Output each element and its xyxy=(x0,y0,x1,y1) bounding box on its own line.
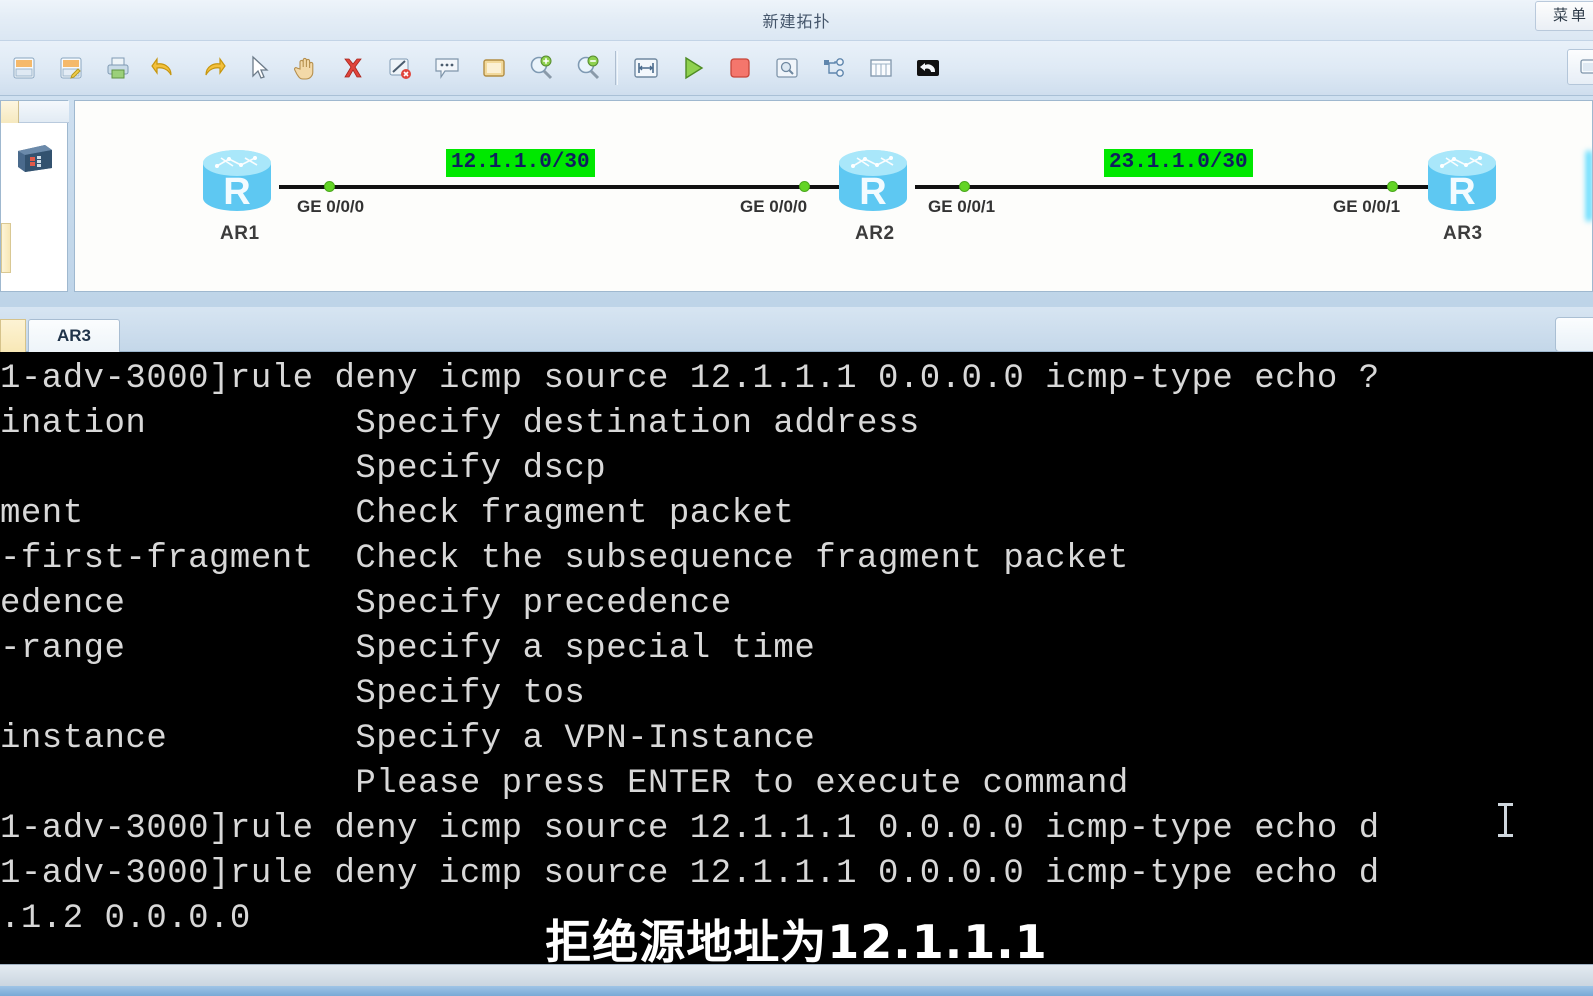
terminal-line-9: Please press ENTER to execute command xyxy=(0,765,1129,803)
link-ar2-ar3[interactable] xyxy=(915,185,1460,189)
terminal-line-10: 1-adv-3000]rule deny icmp source 12.1.1.… xyxy=(0,810,1380,848)
capture-packet-button[interactable] xyxy=(763,45,810,91)
svg-text:R: R xyxy=(859,171,886,213)
terminal-line-8: instance Specify a VPN-Instance xyxy=(0,720,816,758)
application-window: 新建拓扑 菜单 R AR1 GE 0/0/0 R AR2 GE 0/0/0 GE… xyxy=(0,0,1593,996)
rectangle-button[interactable] xyxy=(470,45,517,91)
tabbar-right-button[interactable] xyxy=(1555,317,1593,352)
video-subtitle: 拒绝源地址为12.1.1.1 xyxy=(545,915,1048,969)
cursor-select-icon xyxy=(251,55,269,79)
port-dot-ar3-ge0001[interactable] xyxy=(1387,181,1398,192)
save-icon xyxy=(60,57,81,79)
interface-label-ar3-ge0001: GE 0/0/1 xyxy=(1333,197,1401,216)
terminal-line-11: 1-adv-3000]rule deny icmp source 12.1.1.… xyxy=(0,855,1380,893)
router-ar1[interactable]: R xyxy=(195,146,279,218)
page-title: 新建拓扑 xyxy=(762,14,831,31)
remove-cable-icon xyxy=(389,58,411,79)
delete-button[interactable] xyxy=(329,45,376,91)
network-label-12-1-1-0: 12.1.1.0/30 xyxy=(446,149,595,178)
link-ar1-ar2[interactable] xyxy=(279,185,859,189)
comment-icon xyxy=(434,58,459,79)
router-label-ar1: AR1 xyxy=(220,223,260,244)
comment-button[interactable] xyxy=(423,45,470,91)
topology-tree-icon xyxy=(823,58,844,77)
topology-canvas[interactable]: R AR1 GE 0/0/0 R AR2 GE 0/0/0 GE 0/0/1 R… xyxy=(74,100,1593,292)
topology-tree-button[interactable] xyxy=(810,45,857,91)
select-tool-button[interactable] xyxy=(235,45,282,91)
port-dot-ar2-ge0000[interactable] xyxy=(799,181,810,192)
console-button[interactable] xyxy=(904,45,951,91)
zoom-in-button[interactable] xyxy=(517,45,564,91)
fit-window-button[interactable] xyxy=(622,45,669,91)
svg-text:R: R xyxy=(223,171,250,213)
switch-device-icon[interactable] xyxy=(15,141,55,175)
title-bar: 新建拓扑 菜单 xyxy=(0,0,1593,41)
console-icon xyxy=(916,60,939,76)
text-cursor-icon xyxy=(1498,803,1513,837)
new-file-icon xyxy=(13,57,34,79)
terminal-line-0: 1-adv-3000]rule deny icmp source 12.1.1.… xyxy=(0,360,1380,398)
fit-window-icon xyxy=(633,58,658,78)
delete-icon xyxy=(343,58,362,78)
interface-label-ar2-ge0001: GE 0/0/1 xyxy=(928,197,996,216)
console-tab-bar: AR3 xyxy=(0,307,1593,352)
bottom-accent-strip xyxy=(0,986,1593,996)
terminal-line-6: -range Specify a special time xyxy=(0,630,816,668)
grid-icon xyxy=(869,59,892,77)
terminal-line-4: -first-fragment Check the subsequence fr… xyxy=(0,540,1129,578)
undo-icon xyxy=(150,57,172,76)
zoom-out-button[interactable] xyxy=(564,45,611,91)
terminal-line-3: ment Check fragment packet xyxy=(0,495,795,533)
zoom-out-icon xyxy=(577,55,599,80)
terminal-line-1: ination Specify destination address xyxy=(0,405,920,443)
redo-button[interactable] xyxy=(188,45,235,91)
tab-ar3[interactable]: AR3 xyxy=(28,319,120,352)
router-ar2[interactable]: R xyxy=(831,146,915,218)
restore-window-button[interactable] xyxy=(1567,49,1593,85)
print-button[interactable] xyxy=(94,45,141,91)
palette-tabstrip xyxy=(1,101,69,123)
port-dot-ar1-ge0000[interactable] xyxy=(324,181,335,192)
capture-packet-icon xyxy=(775,58,798,78)
terminal-line-7: Specify tos xyxy=(0,675,586,713)
terminal-line-5: edence Specify precedence xyxy=(0,585,732,623)
palette-tab-selected[interactable] xyxy=(1,101,19,123)
port-dot-ar2-ge0001[interactable] xyxy=(959,181,970,192)
device-palette-panel[interactable] xyxy=(0,100,69,292)
palette-highlight-strip xyxy=(1,223,11,273)
router-label-ar3: AR3 xyxy=(1443,223,1483,244)
svg-text:R: R xyxy=(1448,171,1475,213)
redo-icon xyxy=(204,57,226,76)
restore-window-icon xyxy=(1580,59,1593,74)
console-terminal[interactable]: 1-adv-3000]rule deny icmp source 12.1.1.… xyxy=(0,352,1593,964)
status-bar xyxy=(0,964,1593,986)
hand-pan-icon xyxy=(293,57,313,80)
stop-device-button[interactable] xyxy=(716,45,763,91)
router-ar3[interactable]: R xyxy=(1420,146,1504,218)
toolbar xyxy=(0,41,1593,96)
zoom-in-icon xyxy=(530,55,552,80)
topology-workspace: R AR1 GE 0/0/0 R AR2 GE 0/0/0 GE 0/0/1 R… xyxy=(0,96,1593,307)
tabbar-left-marker[interactable] xyxy=(0,319,26,352)
canvas-edge-glow xyxy=(1586,151,1592,221)
print-icon xyxy=(107,57,128,79)
start-device-button[interactable] xyxy=(669,45,716,91)
new-file-button[interactable] xyxy=(0,45,47,91)
start-device-icon xyxy=(684,56,703,80)
save-button[interactable] xyxy=(47,45,94,91)
interface-label-ar2-ge0000: GE 0/0/0 xyxy=(740,197,808,216)
network-label-23-1-1-0: 23.1.1.0/30 xyxy=(1104,149,1253,178)
pan-tool-button[interactable] xyxy=(282,45,329,91)
rectangle-icon xyxy=(482,59,505,77)
stop-device-icon xyxy=(729,58,750,78)
interface-label-ar1-ge0000: GE 0/0/0 xyxy=(297,197,365,216)
router-label-ar2: AR2 xyxy=(855,223,895,244)
grid-button[interactable] xyxy=(857,45,904,91)
toolbar-buttons xyxy=(0,45,951,91)
remove-cable-button[interactable] xyxy=(376,45,423,91)
terminal-line-2: Specify dscp xyxy=(0,450,607,488)
undo-button[interactable] xyxy=(141,45,188,91)
menu-button[interactable]: 菜单 xyxy=(1535,1,1593,31)
toolbar-separator xyxy=(615,51,618,85)
